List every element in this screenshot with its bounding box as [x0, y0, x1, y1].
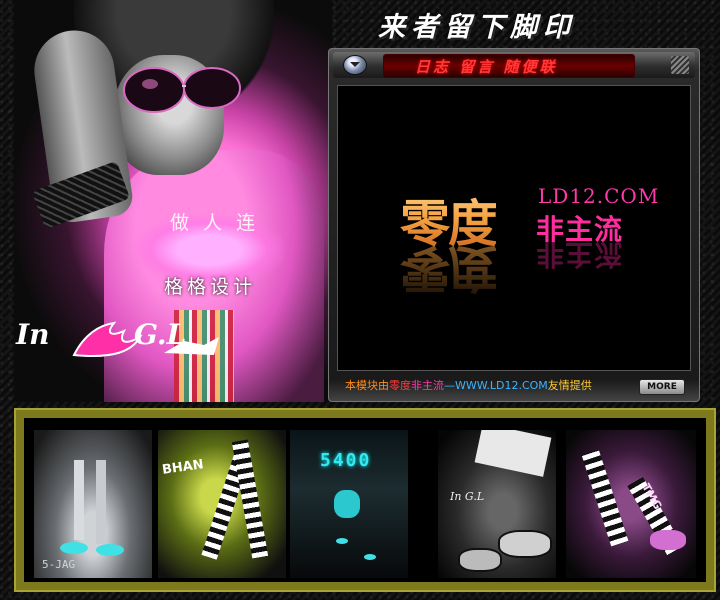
- brand-logo-reflection: 零度: [400, 236, 496, 308]
- sunglasses-icon: [123, 67, 241, 113]
- site-title: 来者留下脚印: [378, 12, 576, 43]
- panel-tabs-label[interactable]: 日志 留言 随便联: [415, 56, 557, 77]
- thumb3-figure: [334, 490, 360, 518]
- panel-resize-handle[interactable]: [671, 56, 689, 74]
- thumb1-leg-2: [96, 460, 106, 544]
- thumb1-shoe: [60, 542, 88, 554]
- brand-subtitle-reflection: 非主流: [536, 238, 624, 271]
- hero-logo-right-text: G.L: [134, 318, 187, 351]
- thumb5-shoe: [650, 530, 686, 550]
- more-button[interactable]: MORE: [639, 379, 685, 395]
- credit-text-1: 本模块由: [345, 379, 389, 392]
- panel-display-screen: 零度 零度 LD12.COM 非主流 非主流: [337, 85, 691, 371]
- thumb2-label: BHAN: [161, 457, 205, 478]
- photo-strip: 5-JAG BHAN 5400 In G.L TMG: [14, 408, 716, 592]
- thumb3-label: 5400: [320, 450, 372, 471]
- thumb4-sneaker-2: [458, 548, 502, 572]
- credit-text-2: 零度: [389, 379, 411, 392]
- panel-menu-button[interactable]: [343, 55, 367, 75]
- panel-credit-line[interactable]: 本模块由零度非主流—WWW.LD12.COM友情提供: [345, 377, 592, 393]
- credit-text-4: —WWW.LD12.COM: [444, 379, 548, 392]
- hero-caption-bottom: 格格设计: [164, 276, 257, 298]
- thumb2-leg-2: [231, 439, 269, 559]
- thumb1-label: 5-JAG: [42, 558, 76, 571]
- thumb5-leg: [581, 449, 629, 547]
- photo-thumb-3[interactable]: 5400: [290, 430, 408, 578]
- brand-url: LD12.COM: [538, 184, 660, 208]
- blog-player-panel: 日志 留言 随便联 零度 零度 LD12.COM 非主流 非主流 本模块由零度非…: [328, 48, 700, 402]
- photo-thumb-4[interactable]: In G.L: [438, 430, 556, 578]
- thumb4-sneaker: [498, 530, 552, 558]
- thumb3-light-2: [364, 554, 376, 560]
- thumb1-shoe-2: [96, 544, 124, 556]
- photo-thumb-1[interactable]: 5-JAG: [34, 430, 152, 578]
- credit-text-3: 非主流: [411, 379, 444, 392]
- hero-logo-left-text: In: [16, 318, 50, 351]
- photo-strip-inner: 5-JAG BHAN 5400 In G.L TMG: [24, 418, 706, 582]
- credit-text-5: 友情提供: [547, 379, 592, 392]
- thumb3-light: [336, 538, 348, 544]
- thumb1-leg: [74, 460, 84, 540]
- hero-caption-top: 做 人 连: [170, 212, 260, 234]
- photo-thumb-5[interactable]: TMG: [566, 430, 696, 578]
- thumb4-label: In G.L: [450, 490, 485, 503]
- panel-titlebar: 日志 留言 随便联: [333, 52, 695, 78]
- photo-thumb-2[interactable]: BHAN: [158, 430, 286, 578]
- hero-photo: 做 人 连 格格设计 In G.L: [14, 0, 332, 402]
- thumb4-shirt: [474, 430, 552, 477]
